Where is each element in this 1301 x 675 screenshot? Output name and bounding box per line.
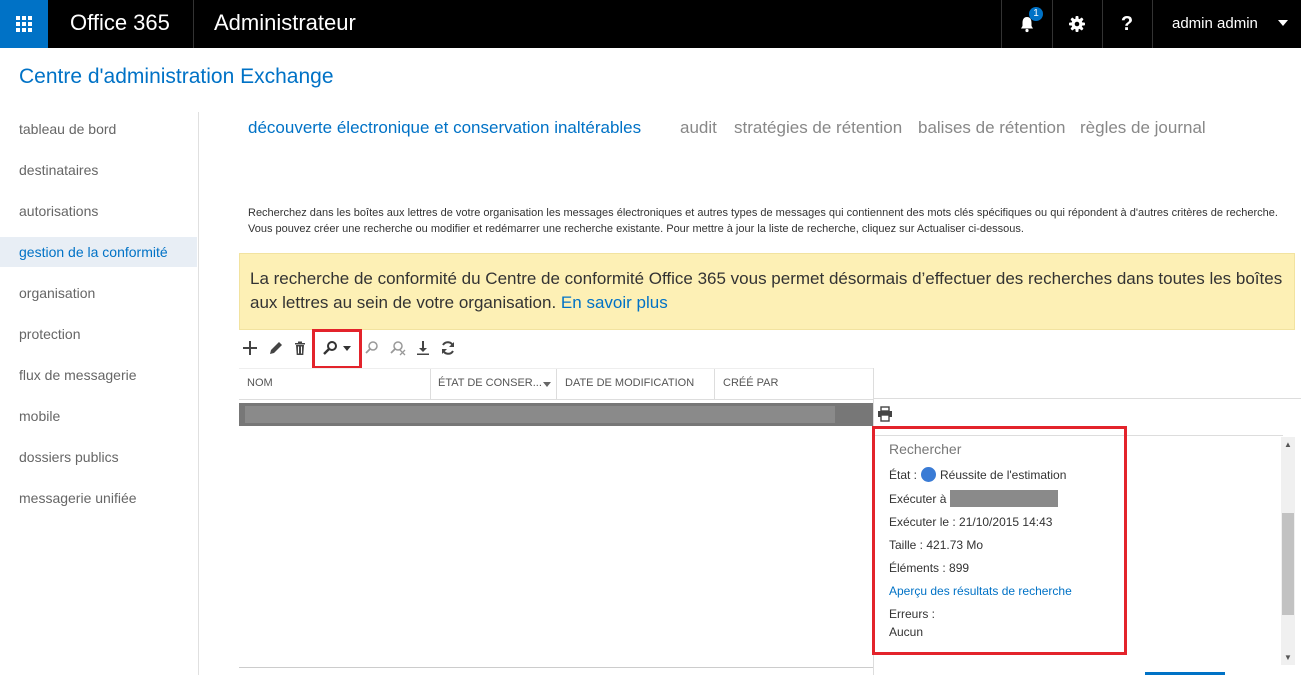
- printer-icon: [878, 406, 892, 422]
- column-divider: [714, 369, 715, 399]
- column-header-modified-date[interactable]: DATE DE MODIFICATION: [565, 377, 694, 389]
- tab-journal-rules[interactable]: règles de journal: [1080, 118, 1206, 138]
- divider: [1152, 0, 1153, 48]
- grid-bottom-border: [239, 667, 873, 668]
- edit-button[interactable]: [266, 338, 286, 358]
- scrollbar-thumb[interactable]: [1282, 513, 1294, 615]
- nav-divider: [198, 112, 199, 675]
- pencil-icon: [270, 342, 282, 354]
- nav-item-permissions[interactable]: autorisations: [0, 196, 197, 226]
- delete-button[interactable]: [290, 338, 310, 358]
- settings-button[interactable]: [1052, 0, 1102, 48]
- user-menu-button[interactable]: admin admin: [1172, 15, 1258, 32]
- help-button[interactable]: ?: [1102, 0, 1152, 48]
- column-header-name[interactable]: NOM: [247, 377, 273, 389]
- nav-item-mobile[interactable]: mobile: [0, 401, 197, 431]
- top-bar: Office 365 Administrateur 1 ? admin admi…: [0, 0, 1301, 48]
- page-description: Recherchez dans les boîtes aux lettres d…: [248, 207, 1278, 235]
- search-stop-icon: [390, 341, 406, 356]
- nav-item-protection[interactable]: protection: [0, 319, 197, 349]
- nav-item-organization[interactable]: organisation: [0, 278, 197, 308]
- page-title: Centre d'administration Exchange: [19, 65, 334, 88]
- search-play-icon: [365, 341, 378, 354]
- print-button[interactable]: [877, 406, 893, 427]
- tab-audit[interactable]: audit: [680, 118, 717, 138]
- column-divider: [430, 369, 431, 399]
- download-icon: [417, 341, 429, 355]
- nav-item-unified-messaging[interactable]: messagerie unifiée: [0, 483, 197, 513]
- plus-icon: [243, 341, 257, 355]
- nav-item-dashboard[interactable]: tableau de bord: [0, 114, 197, 144]
- tab-ediscovery[interactable]: découverte électronique et conservation …: [248, 118, 641, 138]
- download-button[interactable]: [413, 338, 433, 358]
- scroll-down-icon[interactable]: ▼: [1284, 653, 1292, 662]
- tab-retention-policies[interactable]: stratégies de rétention: [734, 118, 902, 138]
- divider: [193, 0, 194, 48]
- banner-text: La recherche de conformité du Centre de …: [250, 269, 1283, 312]
- tab-retention-tags[interactable]: balises de rétention: [918, 118, 1065, 138]
- add-button[interactable]: [240, 338, 260, 358]
- trash-icon: [295, 341, 305, 355]
- refresh-button[interactable]: [438, 338, 458, 358]
- nav-item-recipients[interactable]: destinataires: [0, 155, 197, 185]
- app-launcher-button[interactable]: [0, 0, 48, 48]
- brand-label[interactable]: Office 365: [70, 10, 170, 36]
- chevron-down-icon[interactable]: [1278, 20, 1288, 26]
- gear-icon: [1069, 16, 1085, 32]
- refresh-icon: [442, 341, 454, 355]
- info-banner: La recherche de conformité du Centre de …: [239, 253, 1295, 330]
- stop-search-button[interactable]: [388, 338, 408, 358]
- chevron-down-icon[interactable]: [543, 382, 551, 387]
- redacted-cell: [245, 406, 835, 423]
- column-header-hold-state[interactable]: ÉTAT DE CONSER...: [438, 377, 542, 389]
- notifications-button[interactable]: 1: [1002, 0, 1052, 48]
- table-row[interactable]: [239, 403, 873, 426]
- column-header-created-by[interactable]: CRÉÉ PAR: [723, 377, 778, 389]
- waffle-icon: [16, 16, 32, 32]
- nav-item-mail-flow[interactable]: flux de messagerie: [0, 360, 197, 390]
- highlight-box: [872, 426, 1127, 655]
- scroll-up-icon[interactable]: ▲: [1284, 440, 1292, 449]
- app-title: Administrateur: [214, 10, 356, 35]
- column-divider: [556, 369, 557, 399]
- nav-item-public-folders[interactable]: dossiers publics: [0, 442, 197, 472]
- highlight-box: [312, 329, 362, 369]
- search-action-button[interactable]: [362, 338, 382, 358]
- learn-more-link[interactable]: En savoir plus: [561, 293, 668, 312]
- grid-header: NOM ÉTAT DE CONSER... DATE DE MODIFICATI…: [239, 368, 873, 400]
- notification-badge: 1: [1029, 7, 1043, 21]
- nav-item-compliance[interactable]: gestion de la conformité: [0, 237, 197, 267]
- details-divider: [873, 398, 1301, 399]
